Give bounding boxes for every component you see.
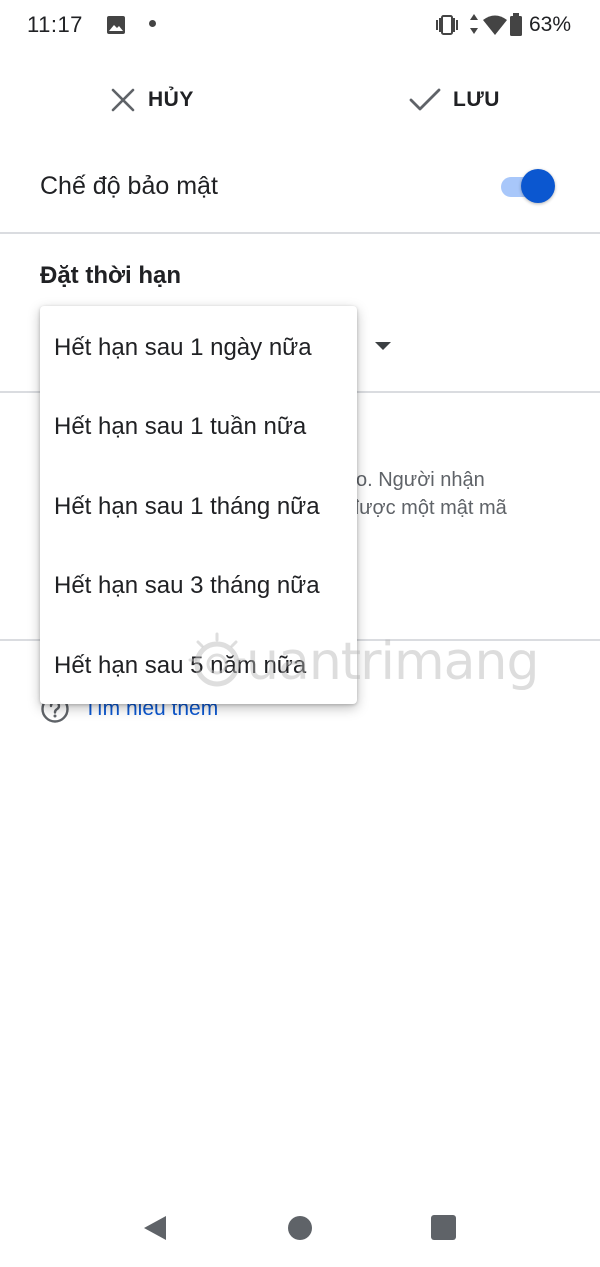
save-label: LƯU [453,88,500,111]
check-icon [409,88,441,111]
save-button[interactable]: LƯU [409,82,500,118]
menu-item-1-week[interactable]: Hết hạn sau 1 tuần nữa [40,388,357,468]
battery-percent: 63% [529,13,572,36]
image-icon [107,16,125,34]
status-time: 11:17 [27,12,83,37]
expiry-dropdown-menu: Hết hạn sau 1 ngày nữa Hết hạn sau 1 tuầ… [40,306,357,704]
passcode-text-line: o. Người nhận [356,469,485,491]
confidential-mode-toggle[interactable] [501,169,555,203]
navigation-bar [0,1190,600,1267]
divider [0,232,600,234]
notification-dot-icon [149,20,156,27]
home-icon[interactable] [288,1216,312,1240]
toggle-thumb [521,169,555,203]
close-icon [111,88,135,112]
cancel-label: HỦY [148,88,194,111]
wifi-icon: 4 [483,15,507,36]
battery-icon [510,13,522,36]
cancel-button[interactable]: HỦY [110,82,194,118]
confidential-mode-label: Chế độ bảo mật [40,172,218,200]
menu-item-1-month[interactable]: Hết hạn sau 1 tháng nữa [40,467,357,547]
mobile-data-icon [470,14,478,34]
menu-item-5-years[interactable]: Hết hạn sau 5 năm nữa [40,626,357,706]
recent-apps-icon[interactable] [431,1215,456,1240]
back-icon[interactable] [142,1214,168,1242]
menu-item-1-day[interactable]: Hết hạn sau 1 ngày nữa [40,308,357,388]
confidential-mode-row: Chế độ bảo mật [0,150,600,220]
passcode-text-line: được một mật mã [348,497,507,519]
menu-item-3-months[interactable]: Hết hạn sau 3 tháng nữa [40,547,357,627]
status-bar: 11:17 4 63% [0,0,600,52]
vibrate-icon [436,15,458,35]
expiry-section-title: Đặt thời hạn [40,262,182,289]
dropdown-arrow-icon[interactable] [373,340,393,352]
passcode-description: o. Người nhận được một mật mã [348,466,576,522]
svg-text:4: 4 [499,26,504,36]
